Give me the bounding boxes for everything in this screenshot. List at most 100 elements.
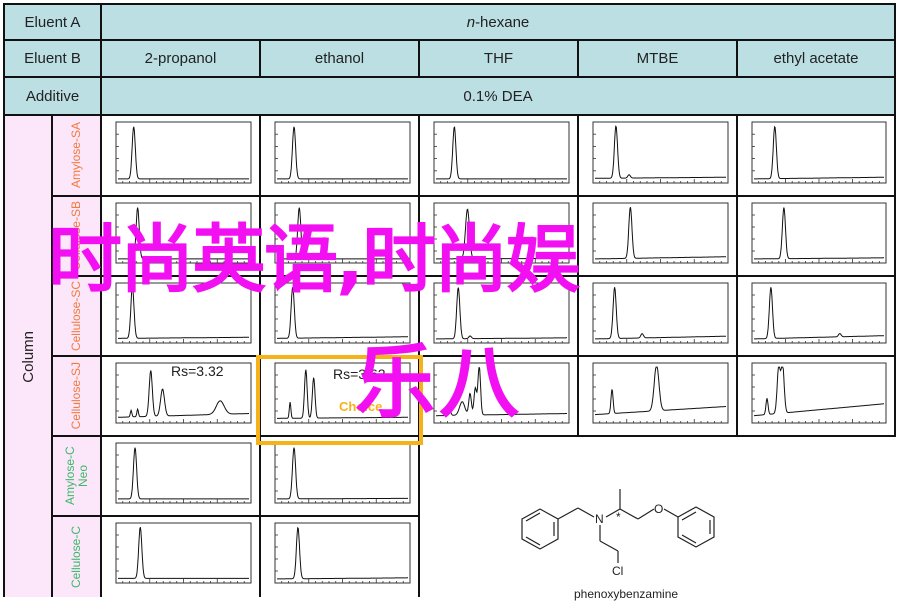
chiral-star: * (616, 510, 621, 524)
chromatogram-plot (274, 282, 411, 344)
chromatogram (738, 357, 896, 437)
atom-o: O (654, 502, 663, 516)
plot-frame (274, 522, 411, 584)
chromatogram (420, 277, 579, 357)
atom-n: N (595, 512, 604, 526)
plot-frame (592, 362, 729, 424)
chromatogram-plot (592, 362, 729, 424)
chromatogram (102, 277, 261, 357)
plot-frame (751, 282, 887, 344)
column-label: Column (5, 116, 53, 597)
chromatogram-plot (592, 202, 729, 264)
chromatogram (579, 116, 738, 197)
column-name-amylose-sa: Amylose-SA (53, 116, 102, 197)
eluent-b-text: THF (483, 50, 514, 67)
atom-cl: Cl (612, 564, 623, 578)
column-name-text: Amylose-C Neo (62, 446, 90, 506)
eluent-a-prefix: n (466, 13, 476, 31)
chromatogram (738, 116, 896, 197)
chromatogram-plot (115, 522, 252, 584)
eluent-b-text: ethyl acetate (773, 50, 859, 67)
column-name-cellulose-sc: Cellulose-SC (53, 277, 102, 357)
eluent-b-text: 2-propanol (144, 50, 217, 67)
chromatogram-plot (115, 442, 252, 504)
plot-frame (592, 202, 729, 264)
column-name-cellulose-sb: Cellulose-SB (53, 197, 102, 277)
choice-label: Choice (339, 399, 383, 414)
chromatogram-plot (115, 121, 252, 184)
column-name-amylose-c-neo: Amylose-C Neo (53, 437, 102, 517)
eluent-b-text: MTBE (636, 50, 679, 67)
column-name-cellulose-c: Cellulose-C (53, 517, 102, 597)
results-table: Eluent A n-hexane Eluent B 2-propanol et… (3, 3, 896, 601)
plot-frame (115, 121, 252, 184)
plot-frame (115, 522, 252, 584)
plot-frame (274, 442, 411, 504)
chromatogram-plot (592, 121, 729, 184)
chromatogram (261, 517, 420, 597)
chromatogram-plot (115, 202, 252, 264)
column-name-cellulose-sj: Cellulose-SJ (53, 357, 102, 437)
eluent-b-mtbe: MTBE (579, 41, 738, 78)
chromatogram-plot (433, 202, 570, 264)
eluent-a-value: n-hexane (102, 5, 896, 41)
chromatogram (102, 517, 261, 597)
chromatogram-plot (433, 282, 570, 344)
column-name-text: Cellulose-SC (69, 280, 83, 352)
eluent-b-2-propanol: 2-propanol (102, 41, 261, 78)
rs-label-1: Rs=3.32 (171, 363, 224, 379)
chromatogram (261, 197, 420, 277)
eluent-a-value-text: n-hexane (467, 14, 530, 31)
eluent-b-label: Eluent B (5, 41, 102, 78)
column-name-text: Amylose-SA (69, 122, 83, 189)
chromatogram (261, 437, 420, 517)
chromatogram (261, 277, 420, 357)
chromatogram-plot (751, 282, 887, 344)
additive-value: 0.1% DEA (102, 78, 896, 116)
chromatogram-plot (751, 202, 887, 264)
plot-frame (433, 282, 570, 344)
plot-frame (751, 202, 887, 264)
additive-label-text: Additive (25, 87, 80, 105)
chromatogram-plot (115, 282, 252, 344)
plot-frame (751, 121, 887, 184)
additive-label: Additive (5, 78, 102, 116)
additive-value-text: 0.1% DEA (463, 87, 533, 105)
plot-frame (433, 202, 570, 264)
chromatogram (261, 116, 420, 197)
chromatogram (738, 197, 896, 277)
chromatogram-plot (274, 442, 411, 504)
chromatogram-plot (274, 522, 411, 584)
plot-frame (115, 442, 252, 504)
chromatogram-plot (433, 121, 570, 184)
plot-frame (274, 121, 411, 184)
chromatogram (102, 197, 261, 277)
eluent-b-text: ethanol (314, 50, 365, 67)
molecule-name: phenoxybenzamine (574, 587, 679, 601)
chromatogram-plot (274, 202, 411, 264)
rs-label-2: Rs=3.62 (333, 366, 386, 382)
eluent-b-ethyl-acetate: ethyl acetate (738, 41, 896, 78)
column-name-text: Cellulose-SJ (69, 362, 83, 430)
chromatogram-plot (274, 121, 411, 184)
plot-frame (592, 121, 729, 184)
eluent-b-label-text: Eluent B (24, 50, 81, 67)
benzene-ring-left (521, 508, 559, 550)
chromatogram (420, 116, 579, 197)
column-name-text: Cellulose-SB (69, 201, 83, 271)
chromatogram (102, 116, 261, 197)
chromatogram (102, 437, 261, 517)
chromatogram (420, 197, 579, 277)
plot-frame (433, 121, 570, 184)
eluent-a-label: Eluent A (5, 5, 102, 41)
chromatogram (579, 357, 738, 437)
phenoxybenzamine-structure: N O Cl * (521, 489, 715, 578)
chromatogram-plot (751, 121, 887, 184)
column-label-text: Column (19, 330, 37, 383)
eluent-b-thf: THF (420, 41, 579, 78)
plot-frame (274, 202, 411, 264)
chromatogram-plot (592, 282, 729, 344)
chromatogram (579, 197, 738, 277)
eluent-a-label-text: Eluent A (24, 13, 81, 31)
column-name-text: Cellulose-C (69, 525, 83, 589)
